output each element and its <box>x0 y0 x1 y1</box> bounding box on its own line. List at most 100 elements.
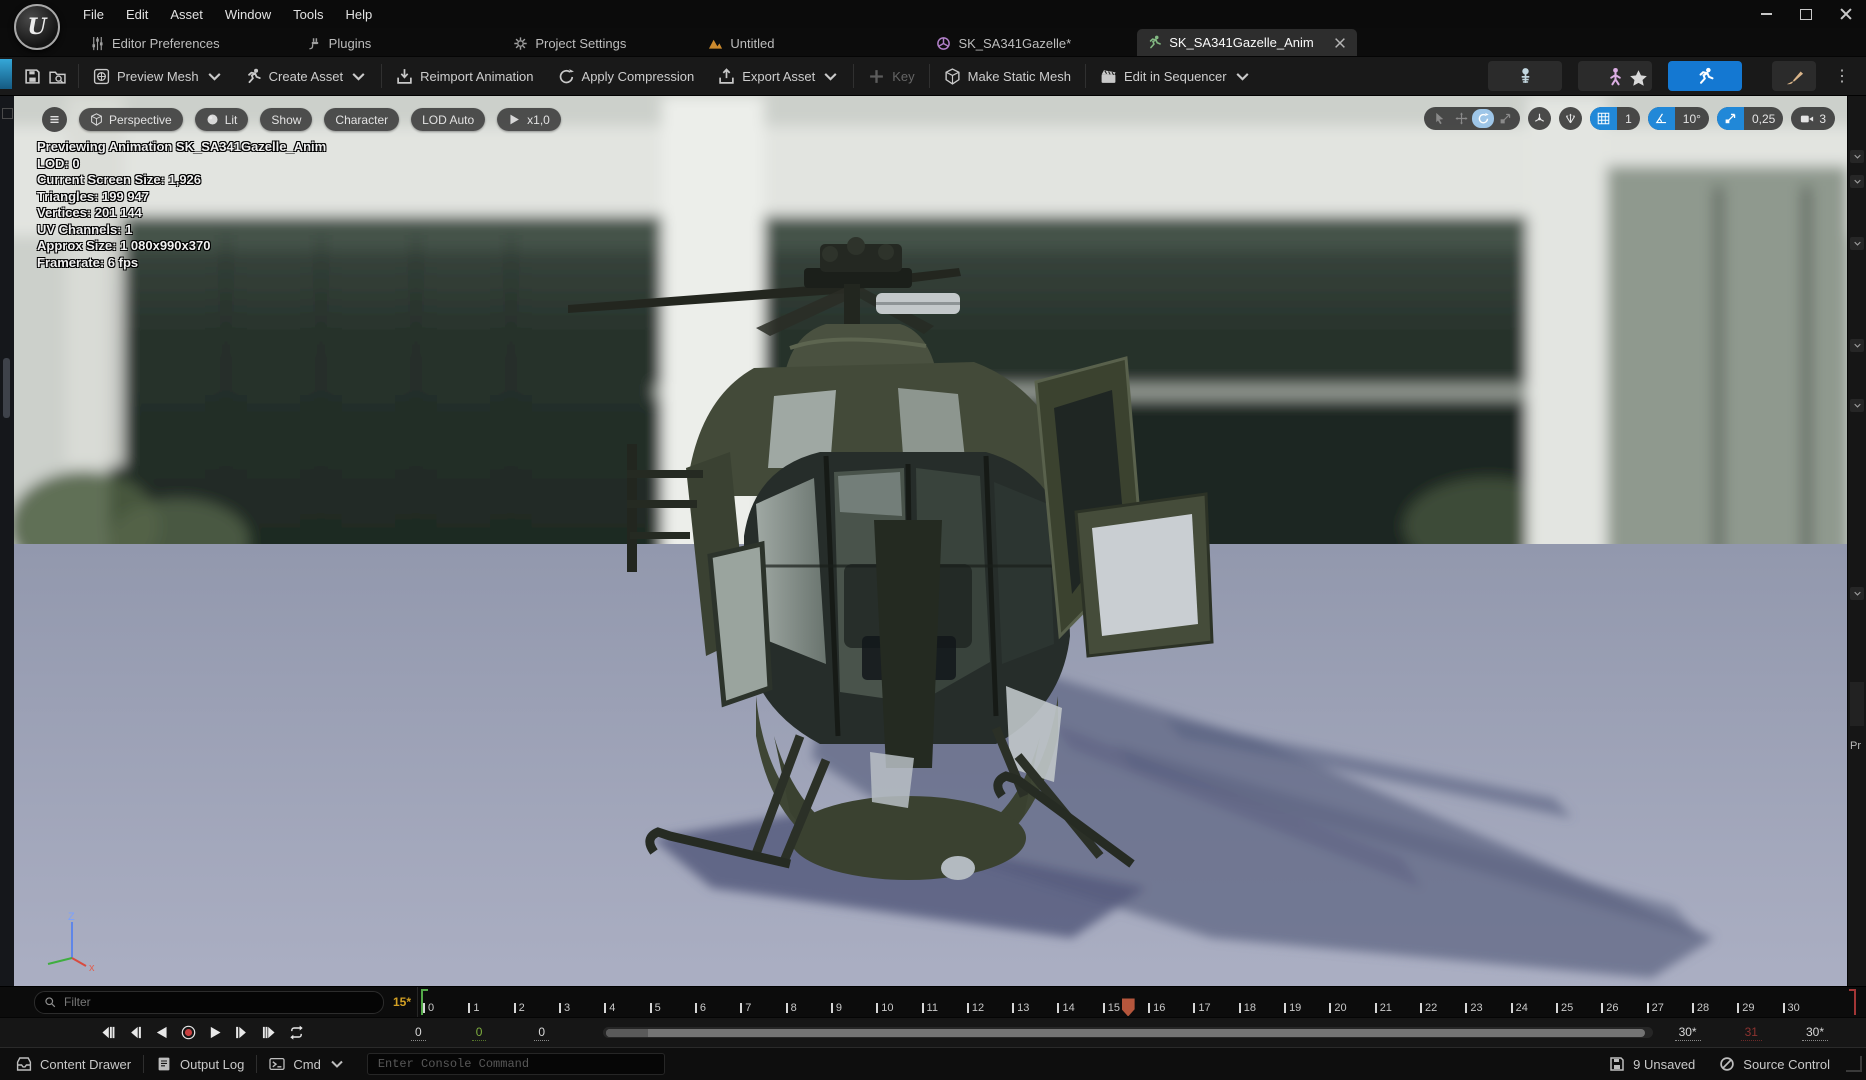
range-end-marker[interactable] <box>1847 989 1856 1015</box>
asset-family-skeleton-button[interactable] <box>1488 61 1562 91</box>
export-asset-button[interactable]: Export Asset <box>712 61 845 91</box>
show-menu-button[interactable]: Show <box>260 108 312 131</box>
tab-close-icon[interactable] <box>1333 36 1347 50</box>
tab-animation-active[interactable]: SK_SA341Gazelle_Anim <box>1137 29 1357 56</box>
range-end-field[interactable]: 30* <box>1675 1025 1701 1041</box>
cmd-selector-button[interactable]: Cmd <box>257 1048 356 1080</box>
preview-mesh-icon <box>93 68 110 85</box>
tab-skeletal-mesh[interactable]: SK_SA341Gazelle* <box>930 30 1077 56</box>
scale-snap-value[interactable]: 0,25 <box>1744 112 1783 126</box>
collapsed-section-chevron[interactable] <box>1850 399 1864 412</box>
move-tool-button[interactable] <box>1450 109 1472 128</box>
select-tool-button[interactable] <box>1428 109 1450 128</box>
browse-to-asset-button[interactable] <box>45 61 70 91</box>
apply-compression-button[interactable]: Apply Compression <box>552 61 701 91</box>
scrollbar-thumb[interactable] <box>606 1029 1645 1037</box>
left-collapsed-tab[interactable] <box>3 358 10 418</box>
scale-snap-control[interactable]: 0,25 <box>1717 107 1783 130</box>
collapsed-section-chevron[interactable] <box>1850 175 1864 188</box>
rotation-snap-toggle[interactable] <box>1648 107 1675 130</box>
hamburger-icon <box>48 113 61 126</box>
lod-auto-button[interactable]: LOD Auto <box>411 108 485 131</box>
minimize-button[interactable] <box>1746 0 1786 28</box>
record-button[interactable] <box>177 1023 199 1043</box>
console-command-input[interactable] <box>376 1056 656 1072</box>
filter-input[interactable] <box>62 994 374 1010</box>
content-drawer-button[interactable]: Content Drawer <box>4 1048 143 1080</box>
collapsed-section-chevron[interactable] <box>1850 587 1864 600</box>
frame-field-offset[interactable]: 0 <box>534 1025 549 1041</box>
loop-button[interactable] <box>285 1023 307 1043</box>
rotate-tool-button[interactable] <box>1472 109 1494 128</box>
character-menu-button[interactable]: Character <box>324 108 399 131</box>
timeline-ruler[interactable]: 15* (2,61) (50,49 %) 0123456789101112131… <box>423 987 1846 1017</box>
asset-family-blueprint-button[interactable] <box>1772 61 1816 91</box>
unreal-engine-log o unreal-logo[interactable]: U <box>14 4 60 50</box>
shortcut-plugins[interactable]: Plugins <box>301 30 378 56</box>
toolbar-overflow-kebab-icon[interactable]: ⋮ <box>1828 62 1856 90</box>
timeline-filter[interactable] <box>34 991 384 1014</box>
menu-file[interactable]: File <box>72 2 115 27</box>
grid-snap-value[interactable]: 1 <box>1617 112 1640 126</box>
viewport-menu-button[interactable] <box>42 107 67 132</box>
timeline-playhead[interactable]: 15* (2,61) (50,49 %) <box>1122 998 1135 1016</box>
save-button[interactable] <box>20 61 45 91</box>
grid-snap-toggle[interactable] <box>1590 107 1617 130</box>
maximize-button[interactable] <box>1786 0 1826 28</box>
snap-axes-button[interactable] <box>1559 107 1582 130</box>
collapsed-section-chevron[interactable] <box>1850 150 1864 163</box>
menu-edit[interactable]: Edit <box>115 2 159 27</box>
frame-field-current[interactable]: 0 <box>472 1025 487 1041</box>
make-static-mesh-button[interactable]: Make Static Mesh <box>938 61 1077 91</box>
timeline-ruler-area[interactable]: 15* (2,61) (50,49 %) 0123456789101112131… <box>417 987 1862 1017</box>
timeline-scrollbar[interactable] <box>603 1027 1653 1038</box>
step-forward-button[interactable] <box>231 1023 253 1043</box>
reimport-animation-button[interactable]: Reimport Animation <box>390 61 539 91</box>
tab-label: SK_SA341Gazelle_Anim <box>1169 35 1314 50</box>
step-back-button[interactable] <box>123 1023 145 1043</box>
shortcut-editor-preferences[interactable]: Editor Preferences <box>84 30 226 56</box>
tab-untitled[interactable]: Untitled <box>702 30 780 56</box>
go-to-end-button[interactable] <box>258 1023 280 1043</box>
console-command-box[interactable] <box>367 1053 665 1075</box>
scale-arrow-icon <box>1724 112 1737 125</box>
unsaved-assets-button[interactable]: 9 Unsaved <box>1597 1056 1707 1072</box>
scale-tool-button[interactable] <box>1494 109 1516 128</box>
output-log-button[interactable]: Output Log <box>144 1048 256 1080</box>
resize-grip[interactable] <box>1846 1056 1862 1072</box>
rotation-snap-control[interactable]: 10° <box>1648 107 1709 130</box>
edit-in-sequencer-button[interactable]: Edit in Sequencer <box>1094 61 1257 91</box>
rotation-snap-value[interactable]: 10° <box>1675 112 1709 126</box>
grid-snap-control[interactable]: 1 <box>1590 107 1640 130</box>
source-control-button[interactable]: Source Control <box>1707 1056 1842 1072</box>
playback-end-field[interactable]: 30* <box>1802 1025 1828 1041</box>
3d-viewport[interactable]: Perspective Lit Show Character LOD Auto … <box>14 96 1847 986</box>
close-button[interactable] <box>1826 0 1866 28</box>
folder-search-icon[interactable] <box>1850 772 1863 785</box>
perspective-button[interactable]: Perspective <box>79 108 183 131</box>
menu-window[interactable]: Window <box>214 2 282 27</box>
lit-mode-button[interactable]: Lit <box>195 108 249 131</box>
frame-field-start[interactable]: 0 <box>411 1025 426 1041</box>
playback-speed-button[interactable]: x1,0 <box>497 108 561 131</box>
collapsed-section-chevron[interactable] <box>1850 339 1864 352</box>
preview-panel-vertical-tab[interactable]: Pr <box>1850 740 1861 752</box>
asset-family-mesh-button[interactable] <box>1578 61 1652 91</box>
asset-family-animation-button[interactable] <box>1668 61 1742 91</box>
world-local-gizmo-button[interactable] <box>1528 107 1551 130</box>
preview-mesh-button[interactable]: Preview Mesh <box>87 61 229 91</box>
play-reverse-icon <box>154 1025 169 1040</box>
left-panel-icon[interactable] <box>2 108 13 119</box>
overflow-end-field[interactable]: 31 <box>1741 1025 1762 1041</box>
scale-snap-toggle[interactable] <box>1717 107 1744 130</box>
menu-asset[interactable]: Asset <box>159 2 214 27</box>
camera-speed-control[interactable]: 3 <box>1791 107 1835 130</box>
play-button[interactable] <box>204 1023 226 1043</box>
shortcut-project-settings[interactable]: Project Settings <box>507 30 632 56</box>
create-asset-button[interactable]: Create Asset <box>239 61 373 91</box>
go-to-start-button[interactable] <box>96 1023 118 1043</box>
play-reverse-button[interactable] <box>150 1023 172 1043</box>
menu-tools[interactable]: Tools <box>282 2 334 27</box>
menu-help[interactable]: Help <box>334 2 383 27</box>
collapsed-section-chevron[interactable] <box>1850 237 1864 250</box>
